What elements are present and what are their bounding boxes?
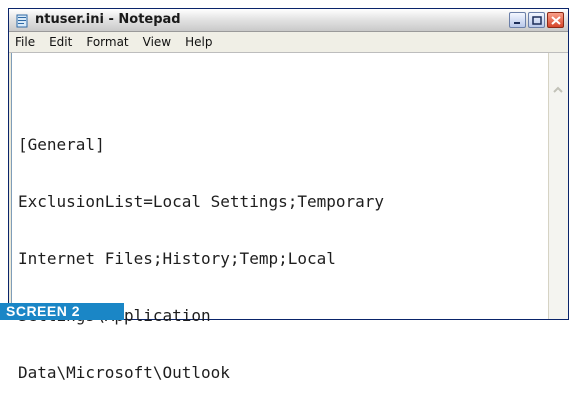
maximize-button[interactable] [528,12,545,28]
editor-line: Data\Microsoft\Outlook [18,363,230,382]
menu-bar: File Edit Format View Help [9,32,568,53]
window-title: ntuser.ini - Notepad [35,12,181,27]
caption-badge: SCREEN 2 [0,303,124,320]
menu-file[interactable]: File [15,35,35,49]
editor-line: [General] [18,135,105,154]
close-button[interactable] [547,12,564,28]
window-controls [509,12,564,28]
notepad-icon [15,13,29,28]
editor-line: ExclusionList=Local Settings;Temporary [18,192,385,211]
menu-help[interactable]: Help [185,35,212,49]
title-bar[interactable]: ntuser.ini - Notepad [9,9,568,32]
scroll-up-arrow-icon[interactable] [551,81,565,93]
notepad-window: ntuser.ini - Notepad File Edit Format Vi… [8,8,569,382]
menu-edit[interactable]: Edit [49,35,72,49]
vertical-scrollbar[interactable] [548,53,568,319]
editor-line: Internet Files;History;Temp;Local [18,249,336,268]
text-editor[interactable]: [General] ExclusionList=Local Settings;T… [11,53,549,382]
editor-content: [General] ExclusionList=Local Settings;T… [18,97,384,420]
minimize-button[interactable] [509,12,526,28]
menu-format[interactable]: Format [86,35,128,49]
menu-view[interactable]: View [143,35,171,49]
